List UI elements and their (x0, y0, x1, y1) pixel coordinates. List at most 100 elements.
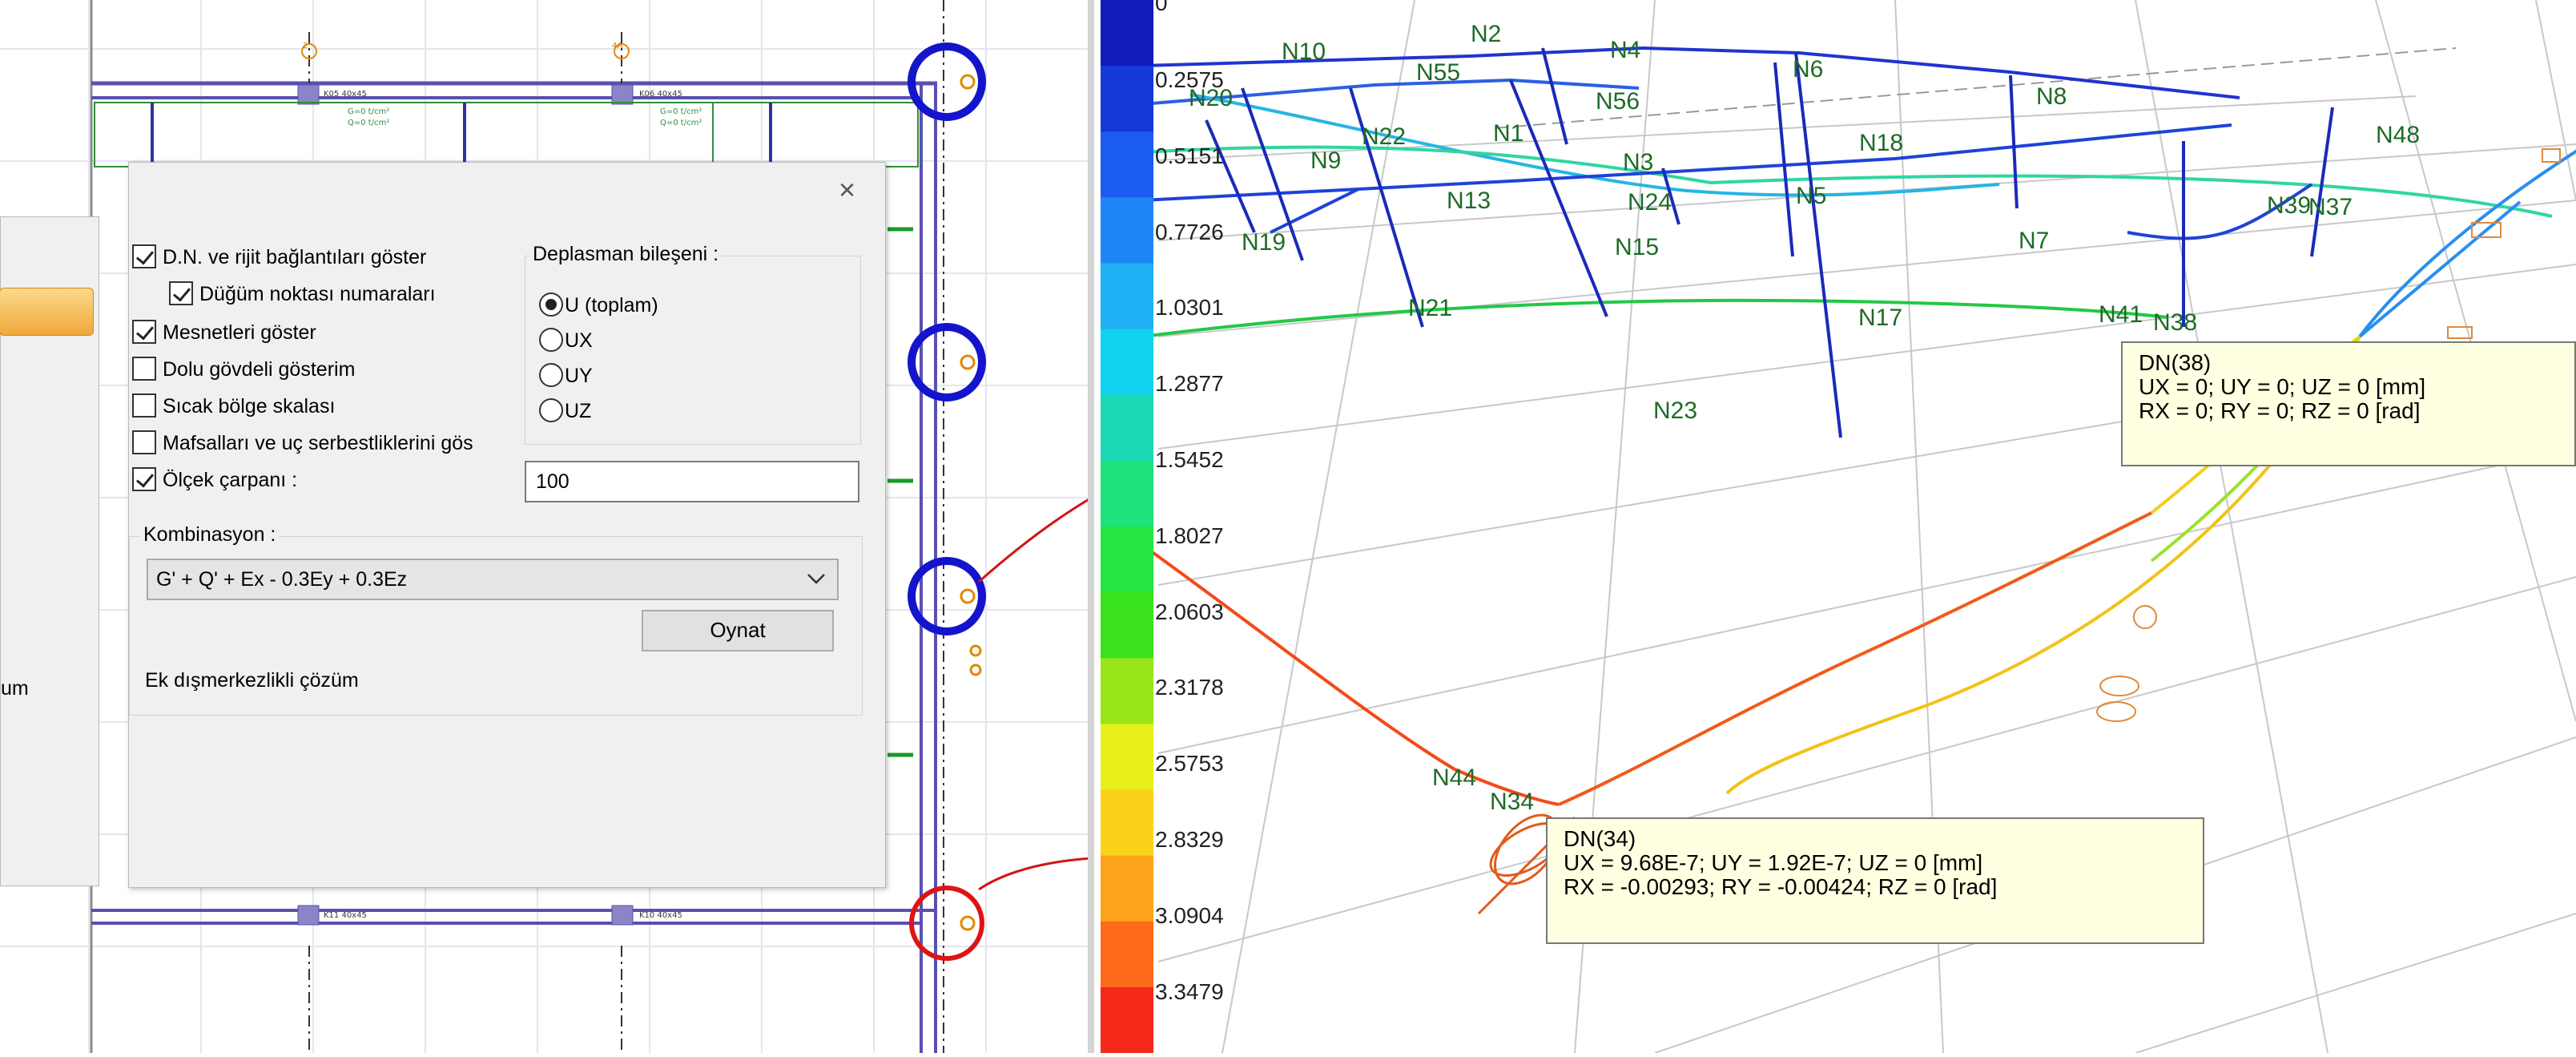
scale-label: 3.3479 (1155, 979, 1224, 1004)
node-label: N38 (2153, 309, 2197, 336)
u-total-label: U (toplam) (565, 294, 658, 317)
tooltip-dn38: DN(38) UX = 0; UY = 0; UZ = 0 [mm] RX = … (2121, 341, 2576, 466)
beam-label: K11 40x45 (324, 911, 367, 920)
scale-label: 3.0904 (1155, 903, 1224, 928)
solid-view-label: Dolu gövdeli gösterim (163, 358, 356, 381)
scale-band (1101, 789, 1153, 857)
node-label: N18 (1859, 130, 1903, 156)
scale-band (1101, 0, 1153, 67)
scale-factor-label: Ölçek çarpanı : (163, 469, 298, 491)
solid-view-checkbox[interactable] (132, 357, 156, 381)
node-label: N48 (2376, 122, 2420, 148)
color-scale-bar (1101, 0, 1153, 1054)
u-total-radio[interactable] (539, 292, 563, 317)
heat-scale-label: Sıcak bölge skalası (163, 395, 336, 418)
node-label: N22 (1362, 123, 1406, 150)
scale-factor-input[interactable]: 100 (525, 461, 859, 502)
tooltip-line: UX = 0; UY = 0; UZ = 0 [mm] (2139, 374, 2426, 399)
show-supports-checkbox[interactable] (132, 320, 156, 344)
selected-tab-button[interactable] (0, 288, 94, 336)
show-supports-label: Mesnetleri göster (163, 321, 316, 344)
tooltip-line: RX = 0; RY = 0; RZ = 0 [rad] (2139, 398, 2421, 423)
ux-radio[interactable] (539, 328, 563, 352)
slab-load-label: G=0 t/cm² (348, 107, 390, 116)
beam-label: K05 40x45 (324, 90, 367, 99)
scale-band (1101, 986, 1153, 1054)
axis-label: 4A (612, 42, 623, 50)
scale-label: 0.5151 (1155, 143, 1224, 168)
slab-load-label: G=0 t/cm² (660, 107, 702, 116)
tooltip-line: RX = -0.00293; RY = -0.00424; RZ = 0 [ra… (1564, 874, 1998, 899)
node-numbers-checkbox[interactable] (169, 281, 193, 305)
heat-scale-checkbox[interactable] (132, 393, 156, 418)
node-label: N4 (1610, 37, 1640, 63)
display-options-dialog[interactable]: × D.N. ve rijit bağlantıları göster Düğü… (128, 162, 886, 888)
axis-label: 2 (303, 42, 308, 50)
hinges-checkbox[interactable] (132, 430, 156, 454)
uz-label: UZ (565, 400, 592, 422)
hinges-label: Mafsalları ve uç serbestliklerini gös (163, 432, 473, 454)
chevron-down-icon (807, 574, 825, 584)
combination-select[interactable]: G' + Q' + Ex - 0.3Ey + 0.3Ez (147, 559, 839, 600)
scale-band (1101, 263, 1153, 330)
node-label: N56 (1596, 88, 1640, 115)
node-label: N3 (1623, 149, 1653, 175)
node-label: N55 (1416, 59, 1460, 86)
show-dn-rigid-label: D.N. ve rijit bağlantıları göster (163, 246, 427, 268)
node-label: N1 (1493, 120, 1523, 147)
node-label: N19 (1242, 229, 1286, 256)
scale-band (1101, 855, 1153, 922)
node-label: N23 (1653, 397, 1697, 424)
color-scale (1101, 0, 1153, 1054)
node-label: N9 (1310, 147, 1341, 174)
scale-label: 2.0603 (1155, 599, 1224, 624)
scale-label: 2.3178 (1155, 675, 1224, 700)
node-label: N10 (1282, 38, 1326, 65)
scale-top-label: 0 (1155, 0, 1168, 15)
scale-band (1101, 66, 1153, 133)
node-label: N5 (1796, 183, 1826, 209)
node-label: N39 (2267, 192, 2311, 219)
uy-radio[interactable] (539, 363, 563, 387)
extra-eccentric-note: Ek dışmerkezlikli çözüm (145, 669, 359, 692)
tooltip-line: UX = 9.68E-7; UY = 1.92E-7; UZ = 0 [mm] (1564, 850, 1983, 875)
play-button[interactable]: Oynat (642, 610, 834, 652)
scale-band (1101, 329, 1153, 396)
node-label: N17 (1858, 305, 1902, 331)
scale-band (1101, 197, 1153, 264)
scale-band (1101, 394, 1153, 462)
scale-band (1101, 921, 1153, 988)
node-label: N13 (1447, 188, 1491, 214)
node-numbers-label: Düğüm noktası numaraları (199, 283, 436, 305)
scale-label: 1.5452 (1155, 447, 1224, 472)
scale-label: 0.2575 (1155, 67, 1224, 92)
show-dn-rigid-checkbox[interactable] (132, 244, 156, 268)
splitter[interactable] (1088, 0, 1094, 1053)
scale-label: 1.8027 (1155, 523, 1224, 548)
node-label: N7 (2019, 228, 2049, 254)
slab-load-label: Q=0 t/cm² (348, 119, 390, 127)
node-label: N34 (1490, 789, 1534, 815)
uz-radio[interactable] (539, 398, 563, 422)
node-label: N2 (1471, 21, 1501, 47)
scale-band (1101, 724, 1153, 791)
tooltip-dn34: DN(34) UX = 9.68E-7; UY = 1.92E-7; UZ = … (1546, 817, 2204, 944)
scale-factor-checkbox[interactable] (132, 467, 156, 491)
close-icon[interactable]: × (839, 175, 855, 204)
node-label: N24 (1628, 189, 1672, 216)
scale-factor-value: 100 (536, 470, 570, 493)
scale-label: 1.0301 (1155, 295, 1224, 320)
scale-band (1101, 460, 1153, 527)
scale-band (1101, 658, 1153, 725)
scale-label: 2.5753 (1155, 751, 1224, 776)
node-label: N41 (2099, 301, 2143, 328)
beam-label: K10 40x45 (639, 911, 682, 920)
node-label: N6 (1793, 56, 1823, 83)
scale-label: 1.2877 (1155, 371, 1224, 396)
slab-load-label: Q=0 t/cm² (660, 119, 702, 127)
combination-title: Kombinasyon : (140, 523, 280, 547)
parent-dialog: um (0, 216, 99, 886)
scale-band (1101, 526, 1153, 594)
node-label: N8 (2036, 83, 2067, 110)
scale-band (1101, 131, 1153, 199)
